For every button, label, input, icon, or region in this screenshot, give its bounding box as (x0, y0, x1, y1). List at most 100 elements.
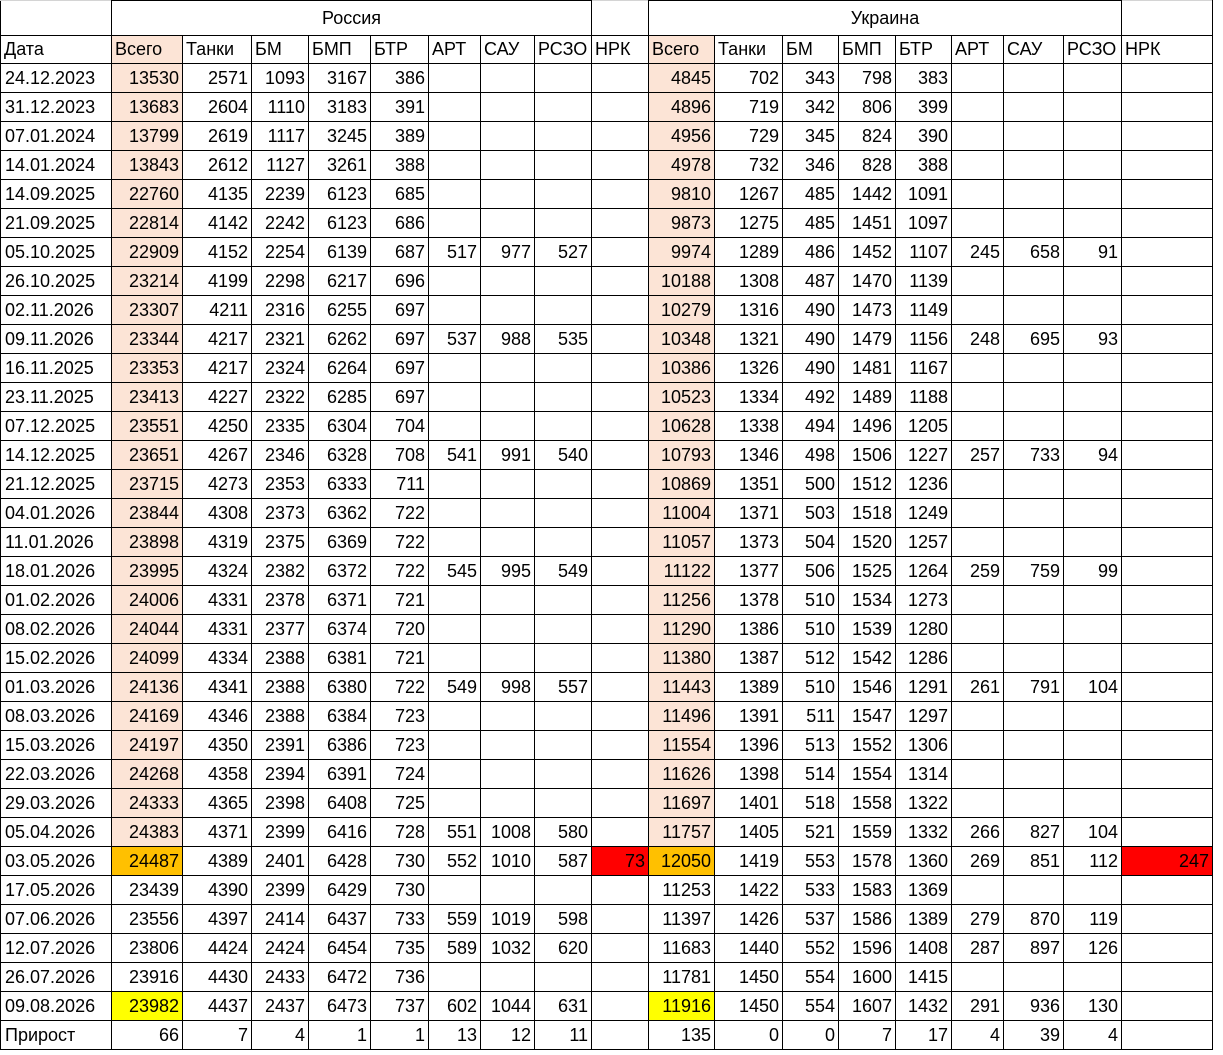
value-cell[interactable] (428, 614, 481, 644)
group-spacer-cell[interactable] (591, 0, 649, 36)
value-cell[interactable]: 1578 (838, 846, 896, 876)
value-cell[interactable]: 602 (428, 991, 481, 1021)
value-cell[interactable]: 723 (370, 730, 429, 760)
value-cell[interactable]: 551 (428, 817, 481, 847)
value-cell[interactable]: 737 (370, 991, 429, 1021)
value-cell[interactable]: 4390 (182, 875, 252, 905)
value-cell[interactable]: 2242 (251, 208, 309, 238)
column-header-cell[interactable]: РСЗО (534, 35, 592, 64)
value-cell[interactable]: 2401 (251, 846, 309, 876)
value-cell[interactable] (1003, 788, 1064, 818)
value-cell[interactable]: 1542 (838, 643, 896, 673)
total-cell[interactable]: 4978 (648, 150, 715, 180)
value-cell[interactable]: 3245 (308, 121, 371, 151)
value-cell[interactable] (534, 701, 592, 731)
value-cell[interactable]: 759 (1003, 556, 1064, 586)
value-cell[interactable] (591, 295, 649, 325)
growth-value-cell[interactable]: 7 (182, 1020, 252, 1050)
value-cell[interactable]: 510 (782, 672, 839, 702)
value-cell[interactable]: 851 (1003, 846, 1064, 876)
value-cell[interactable]: 2335 (251, 411, 309, 441)
value-cell[interactable]: 112 (1063, 846, 1122, 876)
value-cell[interactable]: 697 (370, 353, 429, 383)
value-cell[interactable]: 4437 (182, 991, 252, 1021)
total-cell[interactable]: 10279 (648, 295, 715, 325)
total-cell[interactable]: 24006 (111, 585, 183, 615)
value-cell[interactable]: 6262 (308, 324, 371, 354)
value-cell[interactable]: 6372 (308, 556, 371, 586)
value-cell[interactable]: 279 (951, 904, 1004, 934)
value-cell[interactable]: 1539 (838, 614, 896, 644)
value-cell[interactable] (480, 353, 535, 383)
value-cell[interactable] (951, 121, 1004, 151)
value-cell[interactable] (480, 730, 535, 760)
date-cell[interactable]: 07.06.2026 (0, 904, 112, 934)
value-cell[interactable]: 722 (370, 527, 429, 557)
value-cell[interactable]: 3261 (308, 150, 371, 180)
value-cell[interactable] (480, 498, 535, 528)
value-cell[interactable] (428, 411, 481, 441)
value-cell[interactable]: 6391 (308, 759, 371, 789)
value-cell[interactable] (480, 788, 535, 818)
value-cell[interactable] (1063, 295, 1122, 325)
value-cell[interactable]: 247 (1121, 846, 1213, 876)
column-header-cell[interactable]: РСЗО (1063, 35, 1122, 64)
value-cell[interactable] (1121, 759, 1213, 789)
value-cell[interactable] (1003, 411, 1064, 441)
value-cell[interactable]: 1306 (895, 730, 952, 760)
value-cell[interactable] (480, 875, 535, 905)
value-cell[interactable]: 6472 (308, 962, 371, 992)
value-cell[interactable]: 6371 (308, 585, 371, 615)
value-cell[interactable]: 1426 (714, 904, 783, 934)
total-cell[interactable]: 12050 (648, 846, 715, 876)
value-cell[interactable] (951, 353, 1004, 383)
value-cell[interactable]: 1289 (714, 237, 783, 267)
value-cell[interactable]: 1149 (895, 295, 952, 325)
value-cell[interactable]: 1432 (895, 991, 952, 1021)
value-cell[interactable] (1121, 701, 1213, 731)
value-cell[interactable] (1063, 353, 1122, 383)
value-cell[interactable]: 4346 (182, 701, 252, 731)
value-cell[interactable]: 1264 (895, 556, 952, 586)
value-cell[interactable]: 1512 (838, 469, 896, 499)
value-cell[interactable]: 1156 (895, 324, 952, 354)
value-cell[interactable] (591, 730, 649, 760)
date-cell[interactable]: 26.07.2026 (0, 962, 112, 992)
growth-value-cell[interactable]: 13 (428, 1020, 481, 1050)
value-cell[interactable] (951, 382, 1004, 412)
value-cell[interactable] (1003, 759, 1064, 789)
total-cell[interactable]: 11496 (648, 701, 715, 731)
value-cell[interactable]: 730 (370, 875, 429, 905)
value-cell[interactable] (1063, 643, 1122, 673)
total-cell[interactable]: 23353 (111, 353, 183, 383)
value-cell[interactable] (1003, 92, 1064, 122)
value-cell[interactable] (534, 614, 592, 644)
total-cell[interactable]: 23344 (111, 324, 183, 354)
value-cell[interactable]: 342 (782, 92, 839, 122)
column-header-cell[interactable]: БМП (308, 35, 371, 64)
value-cell[interactable]: 245 (951, 237, 1004, 267)
value-cell[interactable] (1063, 382, 1122, 412)
date-cell[interactable]: 24.12.2023 (0, 63, 112, 93)
value-cell[interactable] (591, 556, 649, 586)
value-cell[interactable] (428, 150, 481, 180)
value-cell[interactable] (591, 266, 649, 296)
total-cell[interactable]: 11697 (648, 788, 715, 818)
total-cell[interactable]: 11256 (648, 585, 715, 615)
value-cell[interactable]: 4331 (182, 614, 252, 644)
value-cell[interactable]: 494 (782, 411, 839, 441)
value-cell[interactable] (428, 92, 481, 122)
value-cell[interactable] (480, 643, 535, 673)
value-cell[interactable]: 2399 (251, 875, 309, 905)
value-cell[interactable]: 695 (1003, 324, 1064, 354)
value-cell[interactable]: 513 (782, 730, 839, 760)
value-cell[interactable]: 936 (1003, 991, 1064, 1021)
growth-value-cell[interactable]: 4 (1063, 1020, 1122, 1050)
value-cell[interactable]: 1596 (838, 933, 896, 963)
value-cell[interactable] (1121, 237, 1213, 267)
value-cell[interactable]: 620 (534, 933, 592, 963)
total-cell[interactable]: 11004 (648, 498, 715, 528)
total-cell[interactable]: 10188 (648, 266, 715, 296)
value-cell[interactable]: 259 (951, 556, 1004, 586)
value-cell[interactable] (1121, 63, 1213, 93)
